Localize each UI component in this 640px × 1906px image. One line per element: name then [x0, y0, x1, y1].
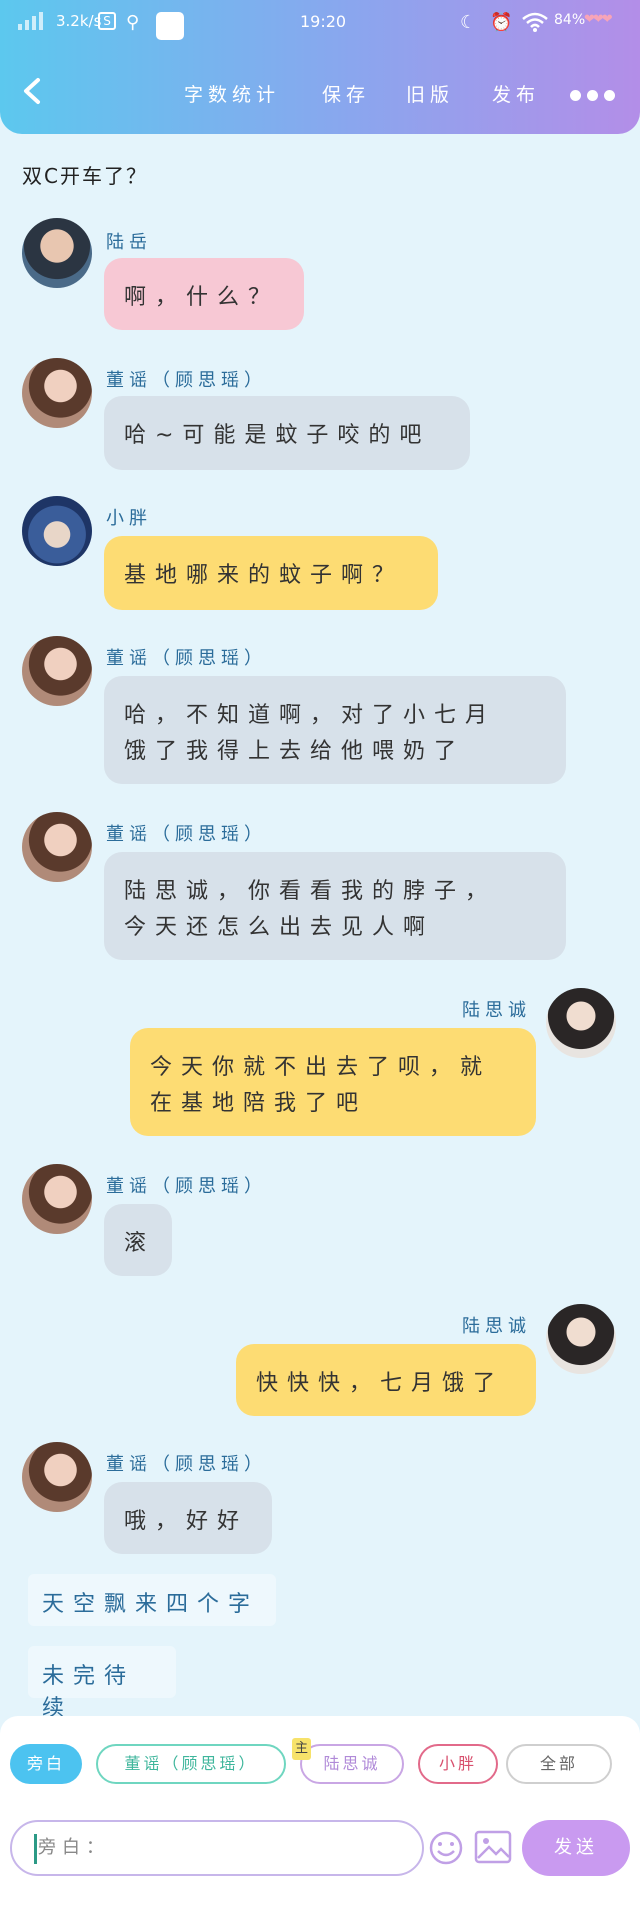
message-bubble[interactable]: 今天你就不出去了呗，就 在基地陪我了吧 — [130, 1028, 536, 1136]
send-button[interactable]: 发送 — [522, 1820, 630, 1876]
sender-name: 董谣（顾思瑶） — [106, 1454, 267, 1475]
wifi-icon — [522, 12, 548, 32]
narration-note[interactable]: 天空飘来四个字 — [28, 1574, 276, 1626]
status-bar: 3.2k/s S ⚲ 19:20 ☾ ⏰ 84% ❤❤❤ — [0, 0, 640, 44]
avatar-tong-yao[interactable] — [22, 812, 92, 882]
tab-lu-si-cheng[interactable]: 陆思诚 — [300, 1744, 404, 1784]
message-line: 在基地陪我了吧 — [150, 1091, 368, 1116]
hearts-icon: ❤❤❤ — [584, 12, 613, 27]
sender-name: 陆思诚 — [462, 1000, 531, 1021]
message-bubble[interactable]: 哈~可能是蚊子咬的吧 — [104, 396, 470, 470]
chat-title: 双C开车了？ — [22, 164, 148, 188]
alarm-icon: ⏰ — [490, 12, 513, 33]
message-bubble[interactable]: 哦，好好 — [104, 1482, 272, 1554]
tab-tong-yao[interactable]: 董谣（顾思瑶） — [96, 1744, 286, 1784]
main-character-badge: 主 — [292, 1738, 312, 1760]
message-bubble[interactable]: 基地哪来的蚊子啊？ — [104, 536, 438, 610]
back-arrow-icon[interactable] — [20, 76, 46, 106]
publish-button[interactable]: 发布 — [492, 80, 540, 107]
network-speed: 3.2k/s — [56, 12, 102, 30]
sender-name: 陆思诚 — [462, 1316, 531, 1337]
message-bubble[interactable]: 哈，不知道啊，对了小七月 饿了我得上去给他喂奶了 — [104, 676, 566, 784]
moon-icon: ☾ — [460, 12, 477, 33]
message-line: 今天还怎么出去见人啊 — [124, 915, 435, 940]
avatar-xiao-pang[interactable] — [22, 496, 92, 566]
message-line: 陆思诚，你看看我的脖子， — [124, 879, 497, 904]
tab-xiao-pang[interactable]: 小胖 — [418, 1744, 498, 1784]
message-line: 饿了我得上去给他喂奶了 — [124, 739, 466, 764]
input-placeholder: 旁白： — [38, 1837, 110, 1858]
avatar-lu-yue[interactable] — [22, 218, 92, 288]
avatar-tong-yao[interactable] — [22, 1442, 92, 1512]
message-bubble[interactable]: 滚 — [104, 1204, 172, 1276]
narration-note[interactable]: 未完待续 — [28, 1646, 176, 1721]
bottom-toolbar: 旁白 董谣（顾思瑶） 陆思诚 主 小胖 全部 旁白： 发送 — [0, 1716, 640, 1906]
sender-name: 董谣（顾思瑶） — [106, 648, 267, 669]
sender-name: 陆岳 — [106, 232, 152, 253]
battery-level: 84% — [554, 12, 586, 28]
signal-icon — [18, 12, 43, 30]
sender-name: 董谣（顾思瑶） — [106, 1176, 267, 1197]
image-icon[interactable] — [474, 1830, 512, 1864]
save-button[interactable]: 保存 — [322, 80, 370, 107]
app-header: 3.2k/s S ⚲ 19:20 ☾ ⏰ 84% ❤❤❤ 字数统计 保存 旧版 … — [0, 0, 640, 134]
sender-name: 小胖 — [106, 508, 152, 529]
message-line: 哈，不知道啊，对了小七月 — [124, 703, 497, 728]
avatar-tong-yao[interactable] — [22, 1164, 92, 1234]
message-bubble[interactable]: 陆思诚，你看看我的脖子， 今天还怎么出去见人啊 — [104, 852, 566, 960]
message-bubble[interactable]: 快快快，七月饿了 — [236, 1344, 536, 1416]
sender-name: 董谣（顾思瑶） — [106, 370, 267, 391]
avatar-tong-yao[interactable] — [22, 636, 92, 706]
nav-row: 字数统计 保存 旧版 发布 — [0, 72, 640, 112]
avatar-lu-si-cheng[interactable] — [546, 1304, 616, 1374]
emoji-icon[interactable] — [428, 1830, 464, 1866]
search-icon: ⚲ — [126, 12, 140, 33]
clock-time: 19:20 — [300, 12, 347, 31]
s-badge-icon: S — [98, 12, 116, 30]
word-count-button[interactable]: 字数统计 — [184, 80, 280, 107]
more-icon[interactable] — [570, 86, 626, 101]
old-version-button[interactable]: 旧版 — [406, 80, 454, 107]
avatar-tong-yao[interactable] — [22, 358, 92, 428]
tab-all[interactable]: 全部 — [506, 1744, 612, 1784]
avatar-lu-si-cheng[interactable] — [546, 988, 616, 1058]
message-bubble[interactable]: 啊，什么？ — [104, 258, 304, 330]
app-square-icon — [156, 12, 184, 40]
text-cursor — [34, 1834, 37, 1864]
message-input[interactable]: 旁白： — [10, 1820, 424, 1876]
message-line: 今天你就不出去了呗，就 — [150, 1055, 492, 1080]
tab-narration[interactable]: 旁白 — [10, 1744, 82, 1784]
sender-name: 董谣（顾思瑶） — [106, 824, 267, 845]
